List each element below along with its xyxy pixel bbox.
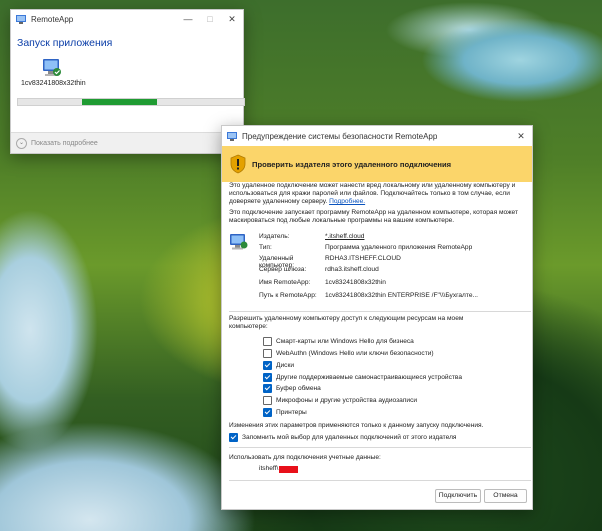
- connect-button[interactable]: Подключить: [435, 489, 481, 503]
- field-value: 1cv83241808x32thin ENTERPRISE /F"\\\Бухг…: [325, 292, 479, 299]
- divider: [229, 311, 531, 312]
- checkbox-box[interactable]: [263, 349, 272, 358]
- checkbox-label: Диски: [276, 361, 295, 369]
- field-label: Тип:: [259, 244, 272, 251]
- field-label: Сервер шлюза:: [259, 266, 307, 273]
- maximize-button: □: [207, 14, 213, 24]
- changes-note: Изменения этих параметров применяются то…: [229, 422, 484, 429]
- checkbox-label: WebAuthn (Windows Hello или ключи безопа…: [276, 349, 434, 357]
- remoteapp-paragraph: Это подключение запускает программу Remo…: [229, 209, 518, 224]
- checkbox-label: Микрофоны и другие устройства аудиозапис…: [276, 396, 418, 404]
- remoteapp-title: RemoteApp: [31, 14, 74, 24]
- show-details-button[interactable]: ⌄ Показать подробнее: [11, 132, 243, 153]
- checkbox-webauthn[interactable]: WebAuthn (Windows Hello или ключи безопа…: [263, 349, 434, 358]
- allow-label: Разрешить удаленному компьютеру доступ к…: [229, 315, 464, 330]
- chevron-down-icon: ⌄: [16, 137, 27, 149]
- progress-bar: [17, 98, 245, 106]
- checkbox-label: Запомнить мой выбор для удаленных подклю…: [242, 433, 457, 441]
- banner-text: Проверить издателя этого удаленного подк…: [252, 159, 452, 169]
- progress-fill: [82, 99, 157, 105]
- checkbox-box[interactable]: [229, 433, 238, 442]
- computer-icon: [230, 234, 248, 250]
- remoteapp-window: RemoteApp — □ ✕ Запуск приложения 1cv832…: [10, 9, 245, 154]
- cancel-button[interactable]: Отмена: [484, 489, 527, 503]
- redacted-username: [279, 465, 299, 473]
- remote-desktop-icon: [227, 132, 237, 141]
- username-text: itsheff\: [259, 465, 279, 472]
- warning-banner: Проверить издателя этого удаленного подк…: [222, 146, 532, 182]
- checkbox-smartcards[interactable]: Смарт-карты или Windows Hello для бизнес…: [263, 337, 414, 346]
- minimize-button[interactable]: —: [177, 14, 199, 24]
- checkbox-label: Смарт-карты или Windows Hello для бизнес…: [276, 337, 414, 345]
- checkbox-label: Принтеры: [276, 408, 307, 416]
- show-details-label: Показать подробнее: [31, 139, 98, 147]
- field-value: rdha3.itsheff.cloud: [325, 266, 379, 273]
- field-value: Программа удаленного приложения RemoteAp…: [325, 244, 473, 251]
- close-button[interactable]: ✕: [221, 14, 243, 25]
- dialog-title: Предупреждение системы безопасности Remo…: [242, 131, 438, 141]
- checkbox-remember-choice[interactable]: Запомнить мой выбор для удаленных подклю…: [229, 433, 457, 442]
- checkbox-printers[interactable]: Принтеры: [263, 408, 307, 417]
- warning-paragraph: Это удаленное подключение может нанести …: [229, 182, 523, 206]
- publisher-link[interactable]: *.itsheff.cloud: [325, 233, 364, 241]
- checkbox-drives[interactable]: Диски: [263, 361, 294, 370]
- field-value: RDHA3.ITSHEFF.CLOUD: [325, 255, 401, 262]
- security-warning-dialog: Предупреждение системы безопасности Remo…: [221, 125, 533, 510]
- warning-shield-icon: [230, 154, 246, 174]
- checkbox-box[interactable]: [263, 384, 272, 393]
- remoteapp-titlebar[interactable]: RemoteApp — □ ✕: [11, 10, 243, 28]
- field-label: Имя RemoteApp:: [259, 279, 311, 286]
- checkbox-box[interactable]: [263, 337, 272, 346]
- divider: [229, 480, 531, 481]
- credentials-user: itsheff\: [259, 465, 299, 473]
- checkbox-box[interactable]: [263, 373, 272, 382]
- launch-heading: Запуск приложения: [17, 37, 113, 49]
- checkbox-clipboard[interactable]: Буфер обмена: [263, 384, 321, 393]
- checkbox-label: Буфер обмена: [276, 384, 321, 392]
- field-label: Путь к RemoteApp:: [259, 292, 317, 299]
- checkbox-label: Другие поддерживаемые самонастраивающиес…: [276, 373, 462, 381]
- checkbox-microphones[interactable]: Микрофоны и другие устройства аудиозапис…: [263, 396, 417, 405]
- warning-text: Это удаленное подключение может нанести …: [229, 182, 516, 205]
- divider: [229, 447, 531, 448]
- checkbox-box[interactable]: [263, 408, 272, 417]
- dialog-titlebar[interactable]: Предупреждение системы безопасности Remo…: [222, 126, 532, 146]
- more-info-link[interactable]: Подробнее.: [329, 198, 365, 205]
- field-label: Издатель:: [259, 233, 290, 240]
- remote-desktop-icon: [16, 15, 26, 24]
- checkbox-pnp-devices[interactable]: Другие поддерживаемые самонастраивающиес…: [263, 373, 462, 382]
- credentials-label: Использовать для подключения учетные дан…: [229, 454, 381, 461]
- checkbox-box[interactable]: [263, 396, 272, 405]
- app-name: 1cv83241808x32thin: [21, 80, 86, 87]
- field-value: 1cv83241808x32thin: [325, 279, 386, 286]
- checkbox-box[interactable]: [263, 361, 272, 370]
- dialog-close-button[interactable]: ✕: [510, 131, 532, 142]
- computer-icon: [43, 59, 61, 76]
